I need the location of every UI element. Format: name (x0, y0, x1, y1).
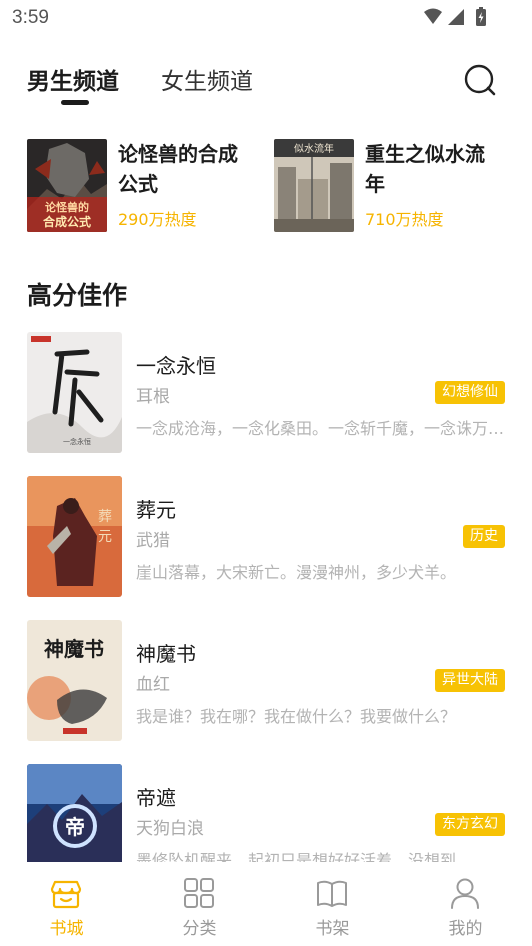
nav-label: 书城 (49, 919, 84, 939)
svg-text:一念永恒: 一念永恒 (63, 437, 91, 446)
book-author: 天狗白浪 (136, 819, 204, 839)
signal-icon (448, 9, 464, 25)
search-icon[interactable] (463, 63, 497, 97)
status-icons (424, 7, 486, 26)
svg-text:合成公式: 合成公式 (43, 214, 91, 229)
nav-label: 书架 (315, 919, 350, 939)
book-list-item[interactable]: 葬 元 葬元 武猎 历史 崖山落幕，大宋新亡。漫漫神州，多少犬羊。 (27, 476, 507, 597)
book-list-item[interactable]: 一念永恒 一念永恒 耳根 幻想修仙 一念成沧海，一念化桑田。一念斩千魔，一念诛万… (27, 332, 507, 453)
nav-label: 分类 (182, 919, 217, 939)
book-title: 一念永恒 (136, 354, 216, 378)
bottom-navigation: 书城 分类 书架 我的 (0, 862, 532, 946)
book-cover-image: 似水流年 (274, 139, 354, 232)
featured-book-heat: 290万热度 (118, 210, 197, 229)
featured-book-title: 重生之似水流年 (365, 142, 485, 196)
profile-person-icon (451, 878, 479, 909)
category-grid-icon (184, 878, 214, 908)
svg-text:论怪兽的: 论怪兽的 (45, 200, 89, 214)
bookshelf-book-icon (317, 880, 347, 907)
svg-text:帝: 帝 (65, 815, 85, 839)
book-genre-tag: 幻想修仙 (435, 381, 505, 404)
svg-text:似水流年: 似水流年 (294, 142, 334, 155)
book-title: 神魔书 (136, 642, 196, 666)
book-cover-image: 神魔书 (27, 620, 122, 741)
book-description: 我是谁？我在哪？我在做什么？我要做什么？ (136, 707, 457, 726)
tab-male-channel[interactable]: 男生频道 (27, 62, 119, 96)
book-genre-tag: 异世大陆 (435, 669, 505, 692)
book-description: 一念成沧海，一念化桑田。一念斩千魔，一念诛万仙。 (136, 419, 506, 438)
svg-text:葬: 葬 (98, 509, 112, 525)
section-title: 高分佳作 (27, 281, 128, 310)
svg-text:神魔书: 神魔书 (44, 637, 104, 661)
book-author: 武猎 (136, 531, 170, 551)
nav-item-bookshelf[interactable]: 书架 (266, 862, 399, 946)
nav-label: 我的 (448, 919, 483, 939)
book-cover-image: 一念永恒 (27, 332, 122, 453)
featured-book-item[interactable]: 似水流年 重生之似水流年 710万热度 (274, 139, 504, 233)
wifi-icon (424, 8, 442, 24)
featured-books: 论怪兽的 合成公式 论怪兽的合成公式 290万热度 似水流年 重生之似水流年 7… (27, 139, 507, 233)
book-list-item[interactable]: 神魔书 神魔书 血红 异世大陆 我是谁？我在哪？我在做什么？我要做什么？ (27, 620, 507, 741)
book-cover-image: 论怪兽的 合成公式 (27, 139, 107, 232)
tab-female-channel[interactable]: 女生频道 (161, 62, 253, 96)
book-genre-tag: 历史 (463, 525, 505, 548)
featured-book-heat: 710万热度 (365, 210, 444, 229)
bookstore-icon (50, 880, 82, 909)
book-author: 血红 (136, 675, 170, 695)
status-bar: 3:59 (0, 0, 532, 38)
book-title: 葬元 (136, 498, 176, 522)
featured-book-title: 论怪兽的合成公式 (118, 142, 238, 196)
svg-text:元: 元 (98, 529, 112, 545)
nav-item-profile[interactable]: 我的 (399, 862, 532, 946)
book-title: 帝遮 (136, 786, 176, 810)
book-description: 崖山落幕，大宋新亡。漫漫神州，多少犬羊。 (136, 563, 457, 582)
status-time: 3:59 (12, 7, 49, 28)
active-tab-indicator (61, 100, 89, 105)
book-genre-tag: 东方玄幻 (435, 813, 505, 836)
book-list-item[interactable]: 帝 帝遮 天狗白浪 东方玄幻 墨修坠机醒来，起初只是想好好活着，没想到 (27, 764, 507, 862)
featured-book-item[interactable]: 论怪兽的 合成公式 论怪兽的合成公式 290万热度 (27, 139, 257, 233)
book-description: 墨修坠机醒来，起初只是想好好活着，没想到 (136, 851, 457, 862)
nav-item-bookstore[interactable]: 书城 (0, 862, 133, 946)
book-list: 一念永恒 一念永恒 耳根 幻想修仙 一念成沧海，一念化桑田。一念斩千魔，一念诛万… (0, 332, 532, 862)
book-cover-image: 葬 元 (27, 476, 122, 597)
battery-icon (476, 7, 486, 26)
nav-item-category[interactable]: 分类 (133, 862, 266, 946)
book-cover-image: 帝 (27, 764, 122, 862)
book-author: 耳根 (136, 387, 170, 407)
